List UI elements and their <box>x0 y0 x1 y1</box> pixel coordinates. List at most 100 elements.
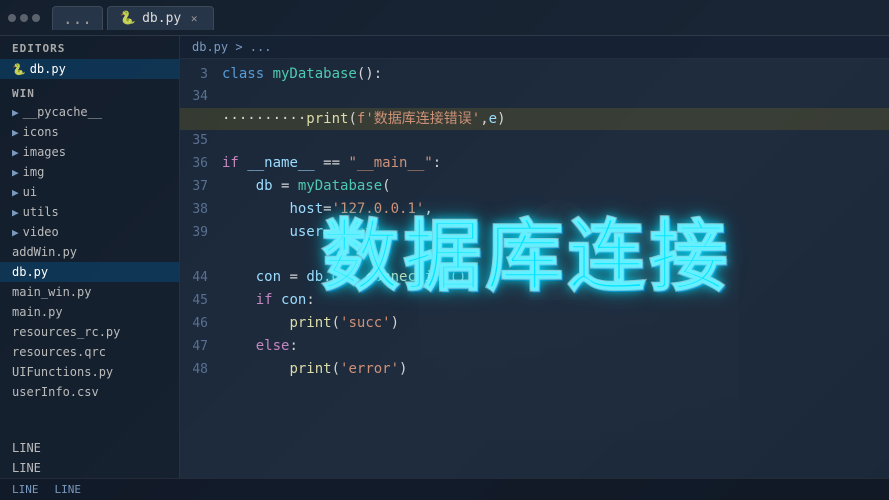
line-code-36: if __name__ == "__main__": <box>222 152 441 174</box>
sidebar-file-mainwin[interactable]: main_win.py <box>0 282 179 302</box>
sidebar-file-addwin[interactable]: addWin.py <box>0 242 179 262</box>
editor-area: db.py > ... 3 class myDatabase(): 34 ···… <box>180 36 889 478</box>
tab-dot-1 <box>8 14 16 22</box>
sidebar-folder-utils[interactable]: ▶ utils <box>0 202 179 222</box>
file-resources-qrc-label: resources.qrc <box>12 345 106 359</box>
line-code-44: con = db.get_connection() <box>222 266 466 288</box>
code-line-print-error: ··········print(f'数据库连接错误',e) <box>180 108 889 130</box>
win-section-title: WIN <box>0 83 179 102</box>
code-line-45: 45 if con: <box>180 289 889 312</box>
python-icon: 🐍 <box>12 63 26 76</box>
tab-more[interactable]: ... <box>52 6 103 30</box>
tab-bar: ... 🐍 db.py ✕ <box>0 0 889 36</box>
line-num-48: 48 <box>180 359 222 381</box>
line-code-47: else: <box>222 335 298 357</box>
line-num-34: 34 <box>180 86 222 108</box>
line-num-37: 37 <box>180 176 222 198</box>
status-line-1-label: LINE <box>12 441 41 455</box>
sidebar-file-resources-rc[interactable]: resources_rc.py <box>0 322 179 342</box>
tab-close-icon[interactable]: ✕ <box>187 11 201 25</box>
status-item-1: LINE <box>12 483 39 496</box>
folder-ui-label: ui <box>23 185 37 199</box>
folder-icons-label: icons <box>23 125 59 139</box>
status-bar: LINE LINE <box>0 478 889 500</box>
line-num-35: 35 <box>180 130 222 152</box>
line-code-37: db = myDatabase( <box>222 175 391 197</box>
folder-icon-ui: ▶ <box>12 186 19 199</box>
sidebar-folder-pycache[interactable]: ▶ __pycache__ <box>0 102 179 122</box>
folder-icon-pycache: ▶ <box>12 106 19 119</box>
code-line-3: 3 class myDatabase(): <box>180 63 889 86</box>
sidebar-active-file[interactable]: 🐍 db.py <box>0 59 179 79</box>
sidebar-file-userinfo[interactable]: userInfo.csv <box>0 382 179 402</box>
ide-body: EDITORS 🐍 db.py WIN ▶ __pycache__ ▶ icon… <box>0 36 889 478</box>
tab-dot-2 <box>20 14 28 22</box>
line-code-print: ··········print(f'数据库连接错误',e) <box>222 108 506 130</box>
folder-icon-video: ▶ <box>12 226 19 239</box>
file-main-label: main.py <box>12 305 63 319</box>
line-code-46: print('succ') <box>222 312 399 334</box>
status-item-2: LINE <box>55 483 82 496</box>
folder-images-label: images <box>23 145 66 159</box>
file-mainwin-label: main_win.py <box>12 285 91 299</box>
code-line-34: 34 <box>180 86 889 108</box>
code-line-39: 39 user='root' <box>180 221 889 244</box>
code-line-37: 37 db = myDatabase( <box>180 175 889 198</box>
line-num-45: 45 <box>180 290 222 312</box>
sidebar: EDITORS 🐍 db.py WIN ▶ __pycache__ ▶ icon… <box>0 36 180 478</box>
sidebar-folder-ui[interactable]: ▶ ui <box>0 182 179 202</box>
code-line-36: 36 if __name__ == "__main__": <box>180 152 889 175</box>
code-line-48: 48 print('error') <box>180 358 889 381</box>
sidebar-folder-img[interactable]: ▶ img <box>0 162 179 182</box>
line-num-46: 46 <box>180 313 222 335</box>
tab-dots <box>8 14 40 22</box>
code-line-44: 44 con = db.get_connection() <box>180 266 889 289</box>
line-num-47: 47 <box>180 336 222 358</box>
code-line-38: 38 host='127.0.0.1', <box>180 198 889 221</box>
folder-icon-images: ▶ <box>12 146 19 159</box>
folder-utils-label: utils <box>23 205 59 219</box>
tab-dot-3 <box>32 14 40 22</box>
file-addwin-label: addWin.py <box>12 245 77 259</box>
line-num-44: 44 <box>180 267 222 289</box>
folder-pycache-label: __pycache__ <box>23 105 102 119</box>
ide-container: ... 🐍 db.py ✕ EDITORS 🐍 db.py WIN ▶ __py… <box>0 0 889 500</box>
sidebar-folder-icons[interactable]: ▶ icons <box>0 122 179 142</box>
status-line-2: LINE <box>0 458 179 478</box>
code-line-46: 46 print('succ') <box>180 312 889 335</box>
sidebar-file-db[interactable]: db.py <box>0 262 179 282</box>
line-code-38: host='127.0.0.1', <box>222 198 433 220</box>
code-content[interactable]: 3 class myDatabase(): 34 ··········print… <box>180 59 889 478</box>
tab-db-py-label: db.py <box>142 11 181 26</box>
sidebar-folder-video[interactable]: ▶ video <box>0 222 179 242</box>
file-uifunctions-label: UIFunctions.py <box>12 365 113 379</box>
status-line-2-label: LINE <box>12 461 41 475</box>
line-num-39: 39 <box>180 222 222 244</box>
line-num-36: 36 <box>180 153 222 175</box>
line-num-3: 3 <box>180 64 222 86</box>
editors-section-title: EDITORS <box>0 36 179 59</box>
editor-breadcrumb: db.py > ... <box>180 36 889 59</box>
folder-icon-img: ▶ <box>12 166 19 179</box>
file-userinfo-label: userInfo.csv <box>12 385 99 399</box>
sidebar-active-filename: db.py <box>30 62 66 76</box>
status-line-1: LINE <box>0 438 179 458</box>
line-code-48: print('error') <box>222 358 407 380</box>
sidebar-file-main[interactable]: main.py <box>0 302 179 322</box>
sidebar-file-resources-qrc[interactable]: resources.qrc <box>0 342 179 362</box>
sidebar-folder-images[interactable]: ▶ images <box>0 142 179 162</box>
line-num-38: 38 <box>180 199 222 221</box>
folder-img-label: img <box>23 165 45 179</box>
python-file-icon: 🐍 <box>120 11 136 26</box>
line-code-45: if con: <box>222 289 315 311</box>
line-code-3: class myDatabase(): <box>222 63 382 85</box>
folder-icon-icons: ▶ <box>12 126 19 139</box>
file-db-label: db.py <box>12 265 48 279</box>
tab-db-py[interactable]: 🐍 db.py ✕ <box>107 6 214 30</box>
sidebar-file-uifunctions[interactable]: UIFunctions.py <box>0 362 179 382</box>
code-line-35: 35 <box>180 130 889 152</box>
folder-icon-utils: ▶ <box>12 206 19 219</box>
file-resources-rc-label: resources_rc.py <box>12 325 120 339</box>
code-line-47: 47 else: <box>180 335 889 358</box>
code-line-gap <box>180 244 889 266</box>
